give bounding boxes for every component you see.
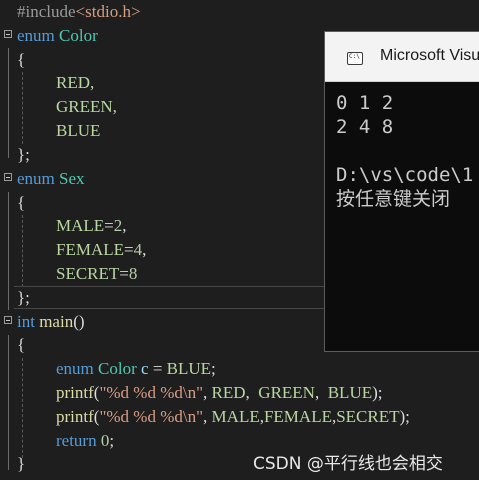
- fold-toggle-icon[interactable]: [4, 173, 12, 181]
- operator: =: [124, 240, 134, 259]
- enum-constant: BLUE: [56, 121, 101, 140]
- paren: );: [372, 383, 383, 402]
- operator: =: [119, 264, 129, 283]
- brace: }: [17, 454, 26, 473]
- console-titlebar[interactable]: Microsoft Visu: [325, 32, 479, 82]
- enum-constant: MALE: [56, 216, 105, 235]
- console-title: Microsoft Visu: [380, 47, 479, 64]
- enum-keyword: enum: [56, 359, 94, 378]
- enum-constant: MALE: [211, 407, 260, 426]
- brace: {: [17, 50, 26, 69]
- console-line: 0 1 2: [336, 92, 394, 114]
- paren: );: [399, 407, 410, 426]
- enum-constant: FEMALE: [56, 240, 124, 259]
- enum-constant: SECRET: [336, 407, 400, 426]
- number-literal: 4: [133, 240, 143, 259]
- brace: };: [17, 145, 30, 164]
- console-app-icon: [347, 52, 363, 65]
- enum-constant: GREEN,: [56, 97, 117, 116]
- function-call: printf: [56, 383, 94, 402]
- include-header: <stdio.h>: [75, 2, 141, 21]
- return-keyword: return: [56, 431, 97, 450]
- operator: =: [148, 359, 167, 378]
- code-line-18[interactable]: printf("%d %d %d\n", MALE,FEMALE,SECRET)…: [0, 405, 479, 428]
- code-line-16[interactable]: enum Color c = BLUE;: [0, 357, 479, 380]
- comma: ,: [245, 383, 259, 402]
- punctuation: ;: [109, 431, 115, 450]
- enum-keyword: enum: [17, 169, 55, 188]
- code-line-17[interactable]: printf("%d %d %d\n", RED, GREEN, BLUE);: [0, 381, 479, 404]
- number-literal: 0: [96, 431, 110, 450]
- console-window[interactable]: Microsoft Visu 0 1 22 4 8 D:\vs\code\1按任意…: [324, 31, 479, 352]
- punctuation: ;: [211, 359, 216, 378]
- enum-constant: FEMALE: [263, 407, 332, 426]
- operator: =: [104, 216, 114, 235]
- console-line: D:\vs\code\1: [336, 164, 474, 186]
- variable-name: c: [141, 359, 149, 378]
- include-directive: #include: [17, 2, 76, 21]
- punctuation: ,: [122, 216, 127, 235]
- int-keyword: int: [17, 312, 35, 331]
- string-literal: "%d %d %d\n": [99, 383, 204, 402]
- comma: ,: [203, 383, 212, 402]
- brace: {: [17, 335, 26, 354]
- brace: {: [17, 193, 26, 212]
- comma: ,: [203, 407, 212, 426]
- brace: };: [17, 288, 30, 307]
- console-line: 2 4 8: [336, 116, 394, 138]
- enum-constant: SECRET: [56, 264, 120, 283]
- parens: (): [73, 312, 85, 331]
- string-literal: "%d %d %d\n": [99, 407, 204, 426]
- watermark: CSDN @平行线也会相交: [253, 454, 443, 474]
- enum-constant: GREEN: [258, 383, 315, 402]
- enum-name: Sex: [59, 169, 85, 188]
- function-call: printf: [56, 407, 94, 426]
- fold-toggle-icon[interactable]: [4, 30, 12, 38]
- console-output: 0 1 22 4 8 D:\vs\code\1 按任意键关闭: [336, 91, 473, 211]
- console-line: 按任意键关闭: [336, 188, 451, 210]
- enum-constant: RED,: [56, 73, 95, 92]
- punctuation: ,: [142, 240, 147, 259]
- comma: ,: [314, 383, 328, 402]
- number-literal: 2: [113, 216, 123, 235]
- fold-toggle-icon[interactable]: [4, 316, 12, 324]
- enum-constant: RED: [211, 383, 246, 402]
- enum-name: Color: [59, 26, 98, 45]
- function-name: main: [39, 312, 74, 331]
- number-literal: 8: [128, 264, 138, 283]
- enum-keyword: enum: [17, 26, 55, 45]
- code-line-1[interactable]: #include<stdio.h>: [0, 0, 479, 23]
- enum-constant: BLUE: [166, 359, 212, 378]
- type-name: Color: [98, 359, 137, 378]
- enum-constant: BLUE: [327, 383, 373, 402]
